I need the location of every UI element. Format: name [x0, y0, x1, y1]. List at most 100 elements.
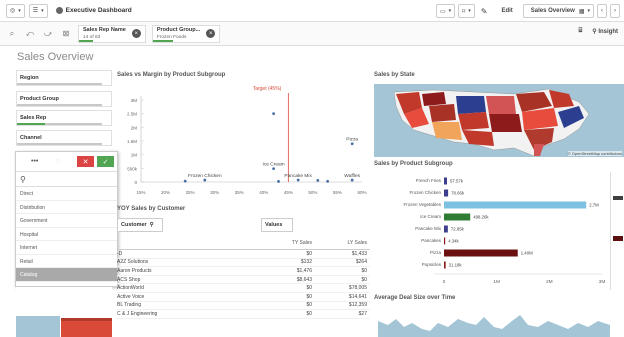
table-row[interactable]: Aaron Products $1,476 $0 — [117, 267, 370, 276]
listbox-item[interactable]: Direct — [16, 187, 117, 201]
customer-dimension-button[interactable]: Customer ⚲ — [117, 218, 163, 232]
bar-mark[interactable] — [444, 189, 449, 197]
bar-mark[interactable] — [444, 213, 471, 221]
bar-mark[interactable] — [444, 237, 446, 245]
avg-deal-chart[interactable] — [378, 305, 610, 337]
clear-selections-icon[interactable]: ⊠ — [60, 28, 72, 40]
table-cell: $14,641 — [348, 293, 367, 300]
lasso-icon[interactable]: ◌ — [56, 158, 60, 165]
y-tick-label: 0 — [134, 180, 137, 185]
close-icon[interactable]: × — [131, 29, 141, 38]
state-region-mountain — [429, 104, 456, 122]
check-icon: ✓ — [102, 158, 109, 166]
table-row[interactable]: -D $0 $1,433 — [117, 250, 370, 259]
point-label: Pizza — [346, 137, 358, 143]
navigation-menu-button[interactable]: ◎ ▾ — [6, 3, 25, 18]
state-region-texas — [462, 130, 494, 146]
filter-state-bar — [17, 104, 102, 106]
selection-chip-product-group[interactable]: Product Group... Frozen Foods × — [151, 24, 221, 43]
bookmark-icon: ⌑ — [462, 8, 466, 15]
scatter-point[interactable] — [183, 179, 187, 183]
table-cell: ACS Shop — [117, 276, 141, 283]
scatter-point[interactable] — [350, 142, 354, 146]
selection-indicator — [152, 39, 173, 42]
filter-region[interactable]: Region — [16, 70, 112, 86]
table-row[interactable]: Active Voice $0 $14,641 — [117, 293, 370, 302]
filter-sales-rep[interactable]: Sales Rep — [16, 110, 112, 126]
chevron-right-icon: › — [614, 8, 616, 14]
close-icon[interactable]: × — [206, 29, 216, 38]
table-cell: $0 — [306, 293, 312, 300]
insights-button[interactable]: ⚲ Insight — [592, 28, 618, 35]
next-sheet-button[interactable]: › — [610, 4, 620, 18]
more-options-icon[interactable]: ••• — [31, 158, 38, 165]
edit-button[interactable]: ✎ Edit — [477, 4, 520, 18]
table-row[interactable]: BL Trading $0 $12,359 — [117, 302, 370, 311]
table-cell: Active Voice — [117, 293, 145, 300]
list-icon: ☰ — [32, 8, 39, 14]
scatter-point[interactable] — [272, 112, 275, 116]
scatter-chart[interactable]: Target (45%) 3M 2.5M 2M 1.5M 1M 500k 0 15% 20% 25… — [117, 82, 370, 200]
table-row[interactable]: ACS Shop $8,643 $0 — [117, 276, 370, 285]
listbox-search[interactable]: ⚲ — [16, 172, 117, 187]
data-label: 72.85k — [451, 227, 465, 232]
sales-by-state-map[interactable]: © OpenStreetMap contributors — [374, 84, 624, 157]
table-cell: $0 — [306, 250, 312, 257]
scrollbar-thumb[interactable] — [613, 236, 623, 241]
listbox-item[interactable]: Distribution — [16, 201, 117, 214]
x-tick-label: 1M — [493, 279, 500, 285]
bar-mark[interactable] — [444, 261, 446, 269]
scatter-point[interactable] — [326, 179, 330, 183]
column-ty-sales[interactable]: TY Sales — [254, 240, 312, 246]
present-button[interactable]: ▭ ▾ — [435, 4, 456, 18]
cancel-selection-button[interactable]: ✕ — [77, 156, 94, 167]
previous-sheet-button[interactable]: ‹ — [597, 4, 607, 18]
listbox-item[interactable]: Government — [16, 214, 117, 228]
step-back-icon[interactable]: ⤺ — [24, 28, 36, 40]
left-bottom-chart — [16, 287, 112, 337]
selection-chip-sales-rep[interactable]: Sales Rep Name 14 of 63 × — [78, 24, 146, 43]
selections-bar: ⌕ ⤺ ⤻ ⊠ Sales Rep Name 14 of 63 × Product… — [0, 22, 624, 46]
bar-mark[interactable] — [444, 177, 448, 185]
table-row[interactable]: A2Z Solutions $132 $264 — [117, 259, 370, 268]
category-label: French Fries — [416, 178, 442, 183]
scatter-point[interactable] — [296, 178, 300, 182]
bar-mark[interactable] — [444, 225, 448, 233]
listbox-item[interactable]: Hospital — [16, 228, 117, 241]
state-region-central — [458, 112, 489, 130]
scrollbar-thumb[interactable] — [613, 196, 623, 200]
x-tick-label: 25% — [186, 190, 195, 195]
bar-mark — [61, 318, 112, 321]
scatter-point[interactable] — [203, 178, 207, 182]
bookmark-button[interactable]: ⌑ ▾ — [458, 4, 475, 18]
chevron-down-icon: ▾ — [41, 7, 44, 14]
selection-tool-icon[interactable]: ⌸ — [579, 28, 583, 35]
scrollbar[interactable] — [610, 172, 624, 290]
chevron-down-icon: ▾ — [468, 8, 471, 14]
app-menu-button[interactable]: ☰ ▾ — [28, 3, 48, 18]
listbox-item[interactable]: Retail — [16, 255, 117, 268]
confirm-selection-button[interactable]: ✓ — [97, 156, 114, 167]
scatter-point[interactable] — [272, 167, 275, 171]
data-label: 57.57k — [450, 179, 464, 184]
table-row[interactable]: C & J Engineering $0 $27 — [117, 310, 370, 319]
sheet-selector[interactable]: Sales Overview ▦ ▾ — [522, 4, 594, 18]
state-region-southwest — [432, 122, 462, 140]
column-ly-sales[interactable]: LY Sales — [312, 240, 367, 246]
filter-product-group[interactable]: Product Group — [16, 91, 112, 107]
bar-mark[interactable] — [444, 249, 518, 257]
top-toolbar: ◎ ▾ ☰ ▾ Executive Dashboard ▭ ▾ ⌑ ▾ ✎ Edit Sa… — [0, 0, 624, 22]
listbox-item[interactable]: Internet — [16, 241, 117, 255]
values-button[interactable]: Values — [261, 218, 293, 232]
state-region-south-central — [489, 114, 522, 132]
scatter-point[interactable] — [316, 178, 320, 182]
scatter-point[interactable] — [277, 180, 280, 183]
listbox-item[interactable]: Catalog — [16, 268, 117, 282]
step-forward-icon[interactable]: ⤻ — [42, 28, 54, 40]
smart-search-icon[interactable]: ⌕ — [6, 28, 18, 40]
table-row[interactable]: ActionWorld $0 $78,005 — [117, 284, 370, 293]
subgroup-bar-chart[interactable]: French Fries 57.57k Frozen Chicken 78.66k Fr… — [374, 172, 610, 290]
scatter-point[interactable] — [350, 178, 354, 182]
filter-channel[interactable]: Channel — [16, 130, 112, 146]
bar-mark[interactable] — [444, 201, 587, 209]
